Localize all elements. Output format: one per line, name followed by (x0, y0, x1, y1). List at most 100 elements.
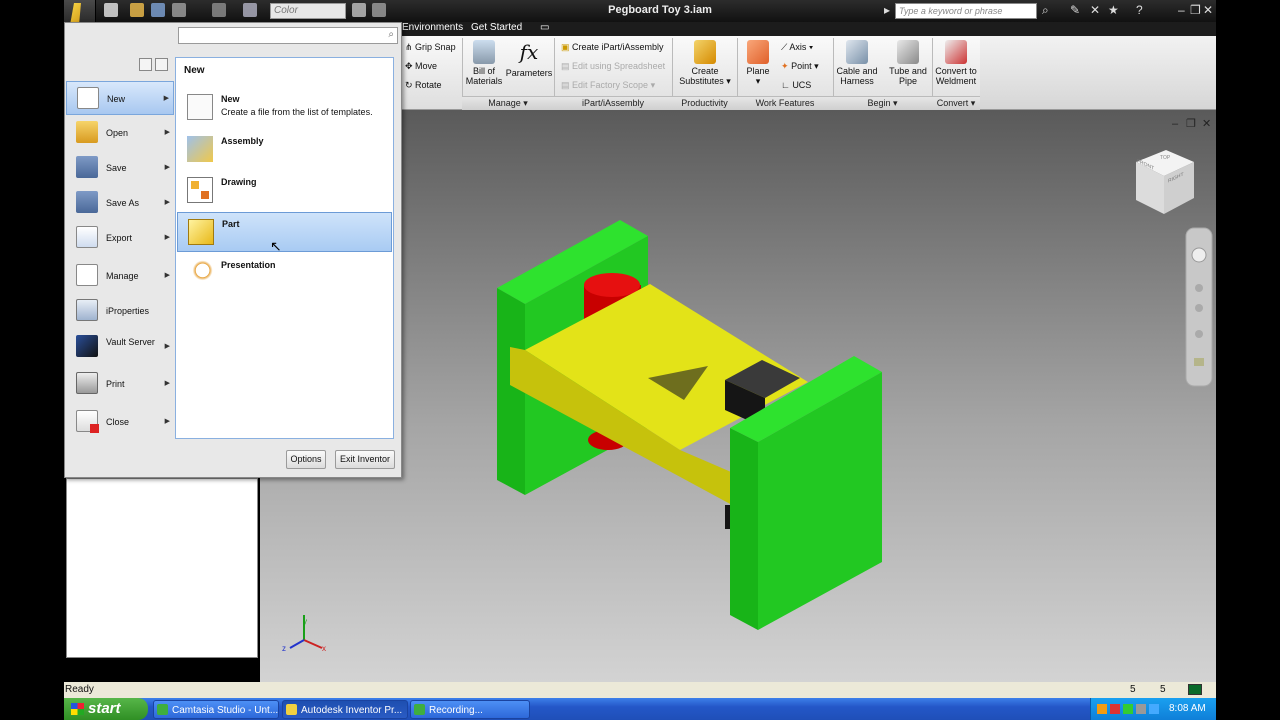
menu-search-input[interactable]: ⌕ (178, 27, 398, 44)
submenu-part[interactable]: Part (177, 212, 392, 252)
chevron-right-icon: ▶ (164, 234, 170, 241)
parameters-button[interactable]: fx Parameters (505, 40, 553, 78)
menu-item-open[interactable]: Open ▶ (66, 116, 174, 150)
rotate-button[interactable]: ↻ Rotate (405, 80, 442, 91)
submenu-new-template[interactable]: New Create a file from the list of templa… (177, 88, 392, 128)
tube-pipe-button[interactable]: Tube and Pipe (885, 40, 931, 86)
tab-environments[interactable]: Environments (402, 22, 463, 34)
tray-icon-3[interactable] (1123, 704, 1133, 714)
submenu-assembly[interactable]: Assembly (177, 130, 392, 170)
new-file-icon[interactable] (104, 3, 118, 17)
bill-of-materials-button[interactable]: Bill of Materials (464, 40, 504, 86)
point-button[interactable]: ✦ Point ▾ (781, 61, 819, 72)
viewport-restore-icon[interactable]: ❐ (1186, 118, 1196, 130)
status-count-1: 5 (1130, 684, 1136, 695)
help-icon[interactable]: ? (1136, 4, 1143, 16)
group-manage[interactable]: Manage ▾ (462, 96, 554, 110)
status-text: Ready (65, 684, 94, 695)
task-recording[interactable]: Recording... (410, 700, 530, 719)
restore-icon[interactable]: ❐ (1190, 4, 1201, 16)
create-ipart-button[interactable]: ▣ Create iPart/iAssembly (561, 42, 664, 53)
ribbon-minimize-icon[interactable]: ▭ (540, 22, 549, 34)
edit-factory-scope-button[interactable]: ▤ Edit Factory Scope ▾ (561, 80, 655, 91)
task-camtasia[interactable]: Camtasia Studio - Unt... (153, 700, 279, 719)
options-button[interactable]: Options (286, 450, 326, 469)
tray-icon-5[interactable] (1149, 704, 1159, 714)
parameters-fx-icon[interactable] (352, 3, 366, 17)
create-substitutes-button[interactable]: Create Substitutes ▾ (676, 40, 734, 86)
convert-weldment-button[interactable]: Convert to Weldment (933, 40, 979, 86)
viewport-close-icon[interactable]: ✕ (1202, 118, 1211, 130)
tab-get-started[interactable]: Get Started (471, 22, 522, 34)
menu-item-vault-server[interactable]: Vault Server ▶ (66, 330, 174, 364)
tray-icon-1[interactable] (1097, 704, 1107, 714)
iproperties-icon (76, 299, 98, 321)
part-icon (188, 219, 214, 245)
plane-button[interactable]: Plane ▾ (740, 40, 776, 86)
menu-item-print[interactable]: Print ▶ (66, 367, 174, 401)
select-icon[interactable] (243, 3, 257, 17)
communication-center-icon[interactable]: ✕ (1090, 4, 1100, 16)
drawing-icon (187, 177, 213, 203)
chevron-right-icon: ▶ (163, 95, 169, 102)
tools-icon[interactable]: ✎ (1070, 4, 1080, 16)
measure-icon[interactable] (372, 3, 386, 17)
triad-x-label: x (322, 644, 326, 653)
manage-icon (76, 264, 98, 286)
menu-item-save-as[interactable]: Save As ▶ (66, 186, 174, 220)
save-icon[interactable] (151, 3, 165, 17)
help-search-input[interactable]: Type a keyword or phrase (895, 3, 1037, 19)
menu-item-iproperties[interactable]: iProperties (66, 294, 174, 328)
submenu-drawing[interactable]: Drawing (177, 171, 392, 211)
exit-inventor-button[interactable]: Exit Inventor (335, 450, 395, 469)
group-convert[interactable]: Convert ▾ (932, 96, 980, 110)
assembly-icon (187, 136, 213, 162)
submenu-presentation[interactable]: Presentation (177, 254, 392, 294)
viewcube-top-label[interactable]: TOP (1160, 155, 1170, 161)
graphics-window[interactable]: – ❐ ✕ (260, 110, 1216, 682)
weldment-icon (945, 40, 967, 64)
grip-snap-button[interactable]: ⋔ Grip Snap (405, 42, 456, 53)
open-documents-icon[interactable] (155, 58, 168, 71)
menu-item-new[interactable]: New ▶ (66, 81, 174, 115)
group-ipart[interactable]: iPart/iAssembly (554, 96, 672, 110)
system-tray: 8:08 AM (1090, 698, 1216, 720)
undo-icon[interactable] (172, 3, 186, 17)
back-bracket-left-face (497, 288, 525, 495)
activity-indicator-icon (1188, 684, 1202, 695)
clock[interactable]: 8:08 AM (1169, 698, 1206, 720)
camtasia-icon (157, 704, 168, 715)
model-browser-panel[interactable] (66, 478, 258, 658)
search-arrow-icon[interactable]: ▸ (884, 4, 890, 16)
open-folder-icon[interactable] (130, 3, 144, 17)
menu-item-manage[interactable]: Manage ▶ (66, 259, 174, 293)
steering-wheel-icon (1191, 247, 1207, 263)
minimize-icon[interactable]: – (1178, 4, 1185, 16)
recent-documents-icon[interactable] (139, 58, 152, 71)
cable-harness-button[interactable]: Cable and Harness (835, 40, 879, 86)
favorites-star-icon[interactable]: ★ (1108, 4, 1119, 16)
menu-item-export[interactable]: Export ▶ (66, 221, 174, 255)
menu-item-close[interactable]: Close ▶ (66, 405, 174, 439)
close-window-icon[interactable]: ✕ (1203, 4, 1213, 16)
tray-icon-2[interactable] (1110, 704, 1120, 714)
return-icon[interactable] (212, 3, 226, 17)
color-dropdown[interactable]: Color (270, 3, 346, 19)
pan-icon (1195, 284, 1203, 292)
start-button[interactable]: start (64, 698, 148, 720)
printer-icon (76, 372, 98, 394)
move-button[interactable]: ✥ Move (405, 61, 437, 72)
tray-icon-4[interactable] (1136, 704, 1146, 714)
presentation-icon (187, 260, 213, 286)
binoculars-icon[interactable]: ⌕ (1042, 4, 1049, 16)
task-autodesk-inventor[interactable]: Autodesk Inventor Pr... (282, 700, 408, 719)
menu-item-save[interactable]: Save ▶ (66, 151, 174, 185)
edit-spreadsheet-button[interactable]: ▤ Edit using Spreadsheet (561, 61, 665, 72)
chevron-right-icon: ▶ (164, 418, 170, 425)
ucs-button[interactable]: ∟ UCS (781, 80, 811, 91)
viewport-minimize-icon[interactable]: – (1172, 118, 1179, 130)
group-begin[interactable]: Begin ▾ (833, 96, 932, 110)
axis-button[interactable]: ⟋ Axis ▾ (781, 42, 813, 53)
ribbon-empty-area (980, 36, 1216, 110)
chevron-right-icon: ▶ (164, 199, 170, 206)
